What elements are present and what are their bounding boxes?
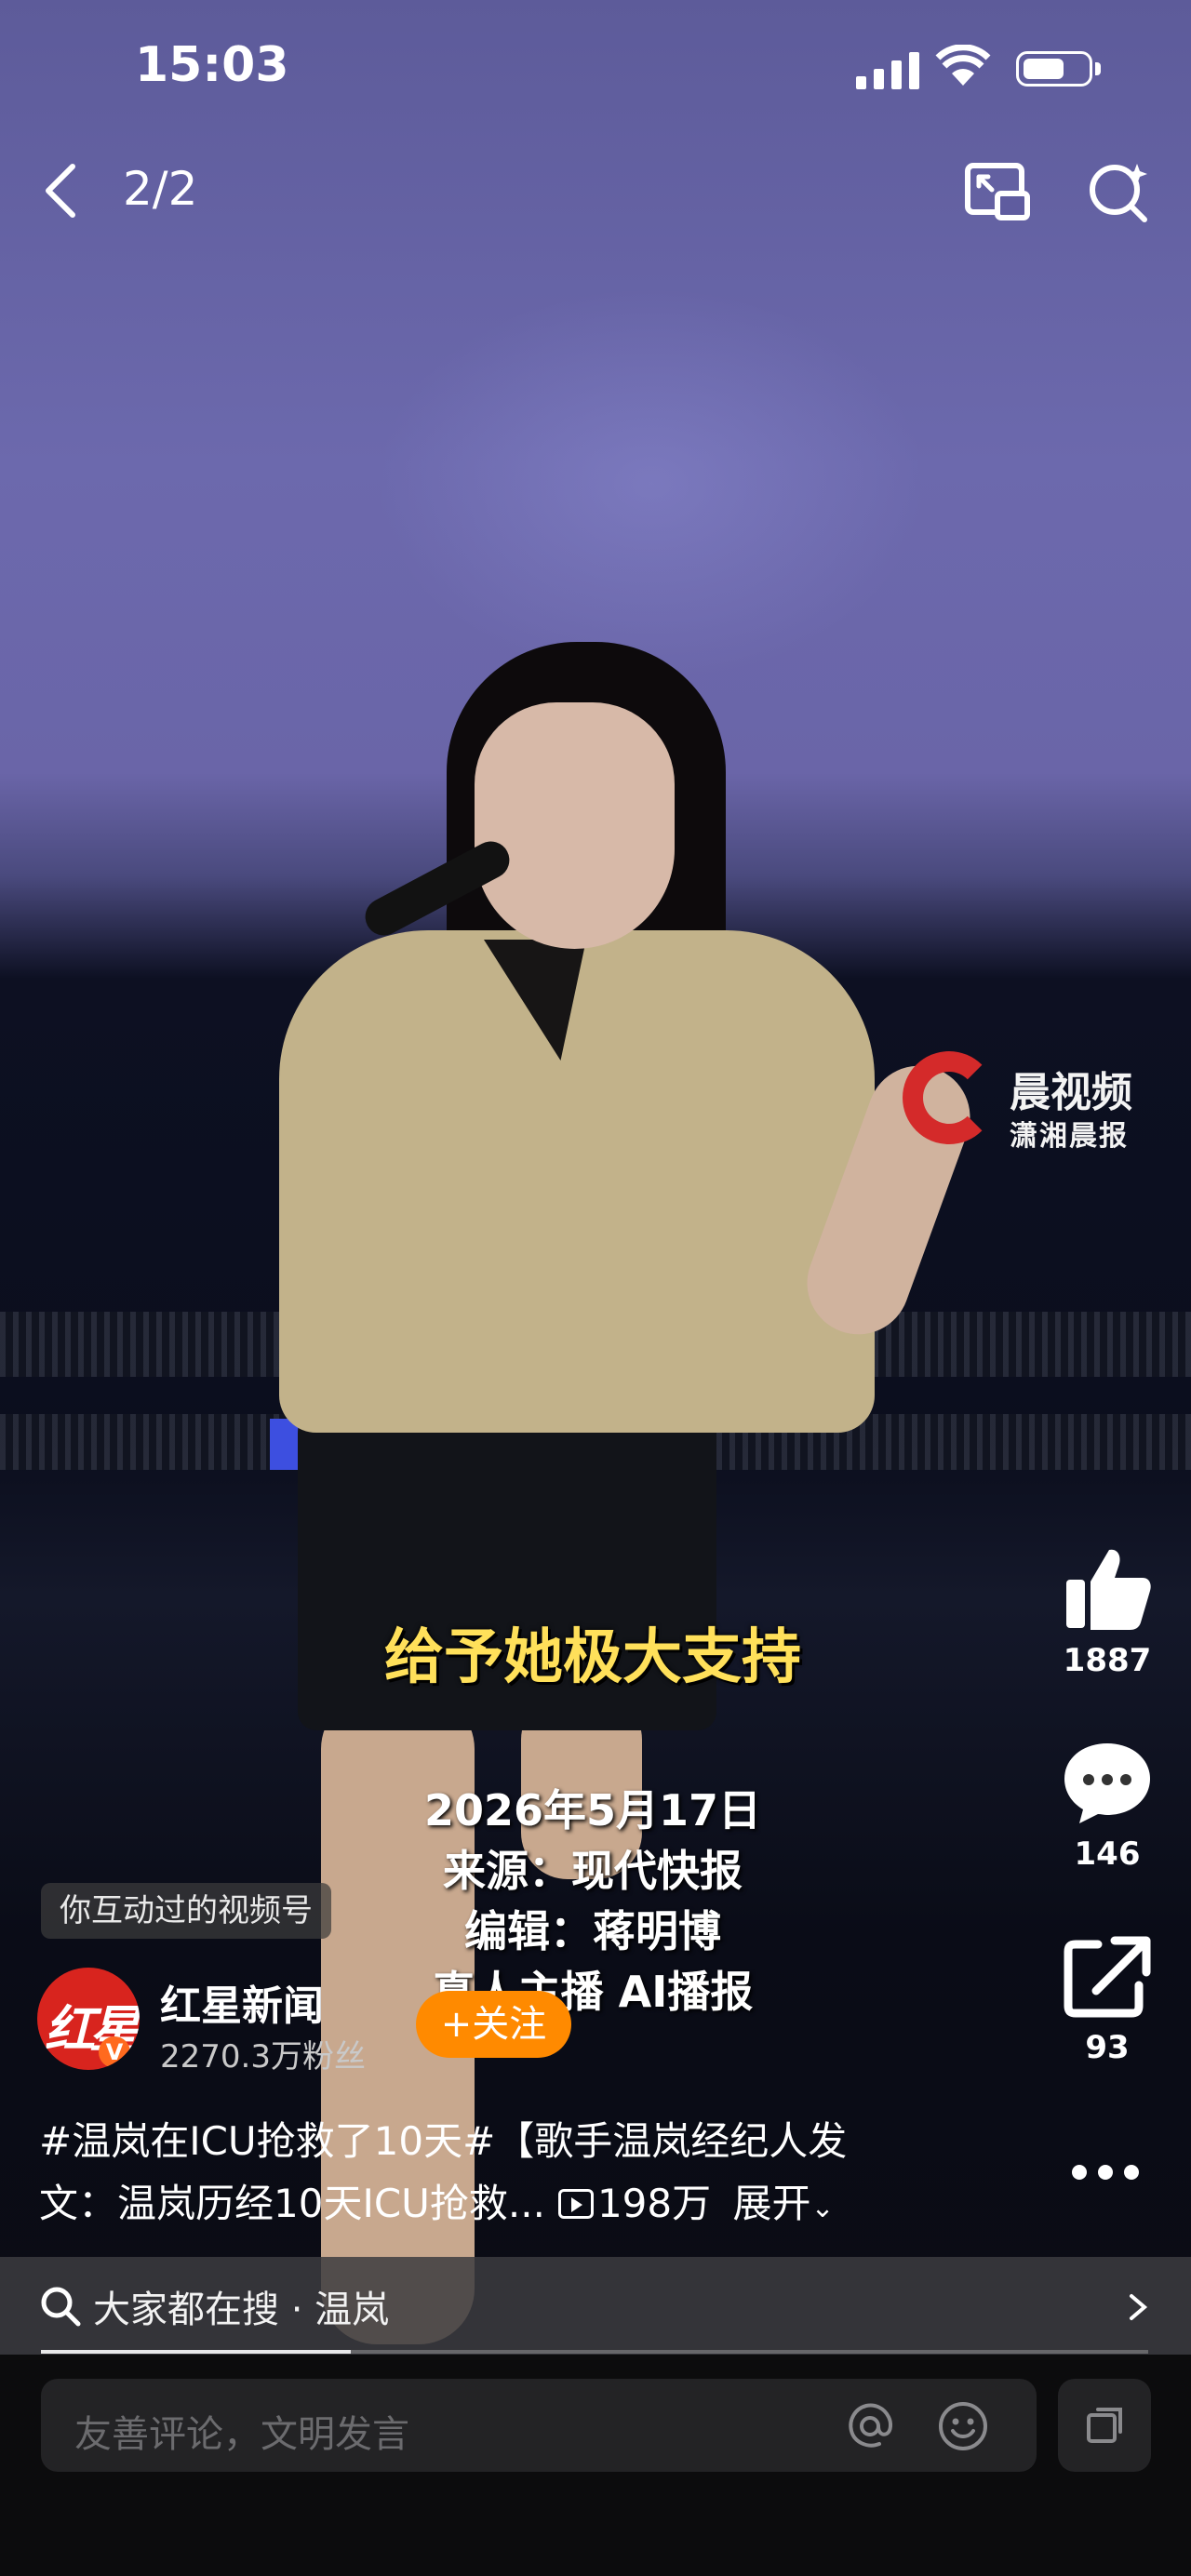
search-icon[interactable]: [1081, 156, 1156, 231]
like-button[interactable]: 1887: [1051, 1544, 1163, 1679]
more-icon[interactable]: [1068, 2158, 1143, 2186]
avatar[interactable]: 红星 V: [37, 1968, 140, 2070]
comment-icon: [1064, 1743, 1150, 1823]
performer-face: [475, 702, 675, 949]
video-caption: 给予她极大支持: [384, 1623, 801, 1692]
battery-icon: [1016, 51, 1092, 87]
video-description-line2: 文：温岚历经10天ICU抢救... 198万 展开⌄: [39, 2172, 835, 2229]
thumbs-up-icon: [1066, 1549, 1151, 1630]
share-icon: [1064, 1936, 1151, 2018]
watermark-logo-icon: [903, 1051, 996, 1144]
chevron-left-icon[interactable]: [28, 153, 93, 228]
comment-placeholder[interactable]: 友善评论，文明发言: [74, 2404, 409, 2458]
interaction-tag: 你互动过的视频号: [41, 1883, 331, 1939]
expand-button[interactable]: 展开⌄: [732, 2181, 834, 2226]
verified-badge: V: [99, 2036, 130, 2068]
share-button[interactable]: 93: [1051, 1931, 1163, 2066]
video-screen[interactable]: 晨视频 潇湘晨报 给予她极大支持 2026年5月17日 来源：现代快报 编辑：蒋…: [0, 0, 1191, 2576]
search-icon: [41, 2287, 81, 2327]
expand-label: 展开: [732, 2181, 811, 2226]
playback-progress[interactable]: [41, 2350, 351, 2354]
like-count: 1887: [1063, 1642, 1152, 1679]
play-count-icon: [557, 2189, 594, 2219]
trending-search-text[interactable]: 大家都在搜 · 温岚: [93, 2279, 389, 2333]
follow-button[interactable]: +关注: [416, 1991, 571, 2058]
battery-level: [1024, 59, 1064, 79]
watermark-subtitle: 潇湘晨报: [1010, 1120, 1129, 1153]
picture-in-picture-icon[interactable]: [960, 156, 1035, 231]
follower-count: 2270.3万粉丝: [160, 2038, 366, 2075]
comment-button[interactable]: 146: [1051, 1738, 1163, 1873]
caption-date: 2026年5月17日: [423, 1785, 762, 1835]
signal-icon: [856, 48, 919, 89]
chevron-right-icon[interactable]: [1124, 2289, 1152, 2326]
view-count: 198万: [596, 2181, 712, 2226]
comment-count: 146: [1074, 1835, 1141, 1873]
performer-jacket: [279, 930, 875, 1433]
video-description-line1: #温岚在ICU抢救了10天#【歌手温岚经纪人发: [39, 2118, 848, 2164]
status-time: 15:03: [135, 37, 289, 93]
chevron-down-icon: ⌄: [810, 2192, 835, 2224]
mention-icon[interactable]: [842, 2398, 898, 2454]
page-indicator: 2/2: [123, 162, 198, 216]
status-bar: 15:03: [0, 0, 1191, 140]
wifi-icon: [935, 45, 991, 86]
watermark-title: 晨视频: [1010, 1069, 1132, 1116]
battery-cap: [1095, 62, 1101, 75]
description-text: 文：温岚历经10天ICU抢救...: [39, 2181, 545, 2226]
share-count: 93: [1085, 2029, 1130, 2066]
account-name[interactable]: 红星新闻: [160, 1972, 324, 2032]
expand-icon: [1087, 2408, 1122, 2443]
emoji-icon[interactable]: [935, 2398, 991, 2454]
